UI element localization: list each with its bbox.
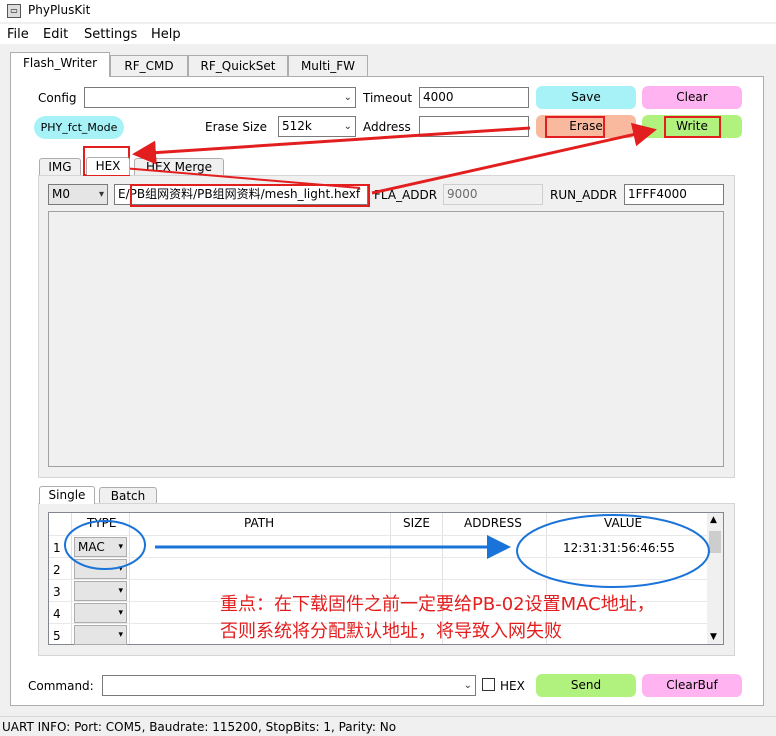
type-value: MAC [78, 540, 105, 554]
chevron-down-icon: ▾ [118, 564, 123, 574]
erase-highlight [545, 116, 605, 138]
scroll-thumb[interactable] [709, 531, 721, 553]
tab-flash-writer[interactable]: Flash_Writer [10, 52, 110, 77]
window-title: PhyPlusKit [28, 3, 91, 17]
tab-rf-quickset[interactable]: RF_QuickSet [188, 55, 288, 77]
row-divider [49, 535, 709, 536]
row-divider [49, 557, 709, 558]
status-text: UART INFO: Port: COM5, Baudrate: 115200,… [2, 720, 397, 734]
type-select[interactable]: ▾ [74, 625, 127, 645]
hex-checkbox-label: HEX [500, 679, 525, 693]
run-addr-input[interactable]: 1FFF4000 [624, 184, 724, 205]
erase-size-select[interactable]: 512k ⌄ [278, 116, 356, 137]
fla-addr-input: 9000 [443, 184, 543, 205]
chevron-down-icon: ⌄ [463, 680, 472, 691]
fla-addr-label: FLA_ADDR [374, 188, 438, 202]
menu-bar: File Edit Settings Help [0, 24, 776, 44]
header-size: SIZE [403, 516, 430, 530]
core-select[interactable]: M0 ▾ [48, 184, 108, 205]
scroll-down-icon[interactable]: ▼ [710, 632, 717, 642]
header-address: ADDRESS [464, 516, 522, 530]
annotation-line-1: 重点：在下载固件之前一定要给PB-02设置MAC地址， [220, 594, 655, 615]
send-button[interactable]: Send [536, 674, 636, 697]
chevron-down-icon: ▾ [118, 608, 123, 618]
header-path: PATH [244, 516, 275, 530]
mac-value[interactable]: 12:31:31:56:46:55 [563, 541, 675, 555]
run-addr-label: RUN_ADDR [550, 188, 618, 202]
menu-help[interactable]: Help [151, 27, 181, 42]
chevron-down-icon: ▾ [98, 189, 104, 200]
command-label: Command: [28, 679, 94, 693]
chevron-down-icon: ▾ [118, 542, 123, 552]
menu-file[interactable]: File [7, 27, 29, 42]
type-select[interactable]: ▾ [74, 581, 127, 601]
address-input[interactable] [419, 116, 529, 137]
chevron-down-icon: ⌄ [343, 121, 352, 132]
annotation-line-2: 否则系统将分配默认地址，将导致入网失败 [220, 621, 562, 642]
row-number: 5 [53, 629, 61, 643]
header-type: TYPE [87, 516, 117, 530]
clear-button[interactable]: Clear [642, 86, 742, 109]
tab-img[interactable]: IMG [39, 158, 81, 176]
timeout-input[interactable]: 4000 [419, 87, 529, 108]
menu-edit[interactable]: Edit [43, 27, 68, 42]
command-input[interactable]: ⌄ [102, 675, 476, 696]
clearbuf-button[interactable]: ClearBuf [642, 674, 742, 697]
erase-size-label: Erase Size [205, 120, 267, 134]
row-number: 4 [53, 607, 61, 621]
config-select[interactable]: ⌄ [84, 87, 356, 108]
tab-rf-cmd[interactable]: RF_CMD [110, 55, 188, 77]
tab-single[interactable]: Single [39, 486, 95, 504]
type-select[interactable]: ▾ [74, 603, 127, 623]
row-number: 3 [53, 585, 61, 599]
row-number: 2 [53, 563, 61, 577]
write-highlight [664, 116, 721, 138]
hex-content-area [48, 211, 724, 467]
table-scrollbar[interactable]: ▲ ▼ [707, 513, 723, 644]
core-value: M0 [52, 187, 70, 201]
menu-settings[interactable]: Settings [84, 27, 137, 42]
timeout-label: Timeout [363, 91, 413, 105]
type-select[interactable]: ▾ [74, 559, 127, 579]
address-label: Address [363, 120, 411, 134]
tab-hex[interactable]: HEX [86, 157, 130, 175]
title-bar: ▭ PhyPlusKit [0, 0, 776, 22]
tab-multi-fw[interactable]: Multi_FW [288, 55, 368, 77]
type-select[interactable]: MAC ▾ [74, 537, 127, 557]
mode-badge[interactable]: PHY_fct_Mode [34, 116, 124, 139]
hex-path-highlight [130, 184, 370, 207]
status-bar: UART INFO: Port: COM5, Baudrate: 115200,… [0, 716, 776, 736]
erase-size-value: 512k [282, 119, 312, 133]
app-icon: ▭ [7, 4, 21, 18]
hex-checkbox[interactable] [482, 678, 495, 691]
row-divider [49, 579, 709, 580]
row-number: 1 [53, 541, 61, 555]
header-value: VALUE [604, 516, 643, 530]
scroll-up-icon[interactable]: ▲ [710, 515, 717, 525]
chevron-down-icon: ▾ [118, 630, 123, 640]
tab-hex-merge[interactable]: HEX Merge [134, 158, 224, 176]
config-label: Config [38, 91, 77, 105]
save-button[interactable]: Save [536, 86, 636, 109]
chevron-down-icon: ▾ [118, 586, 123, 596]
chevron-down-icon: ⌄ [343, 92, 352, 103]
